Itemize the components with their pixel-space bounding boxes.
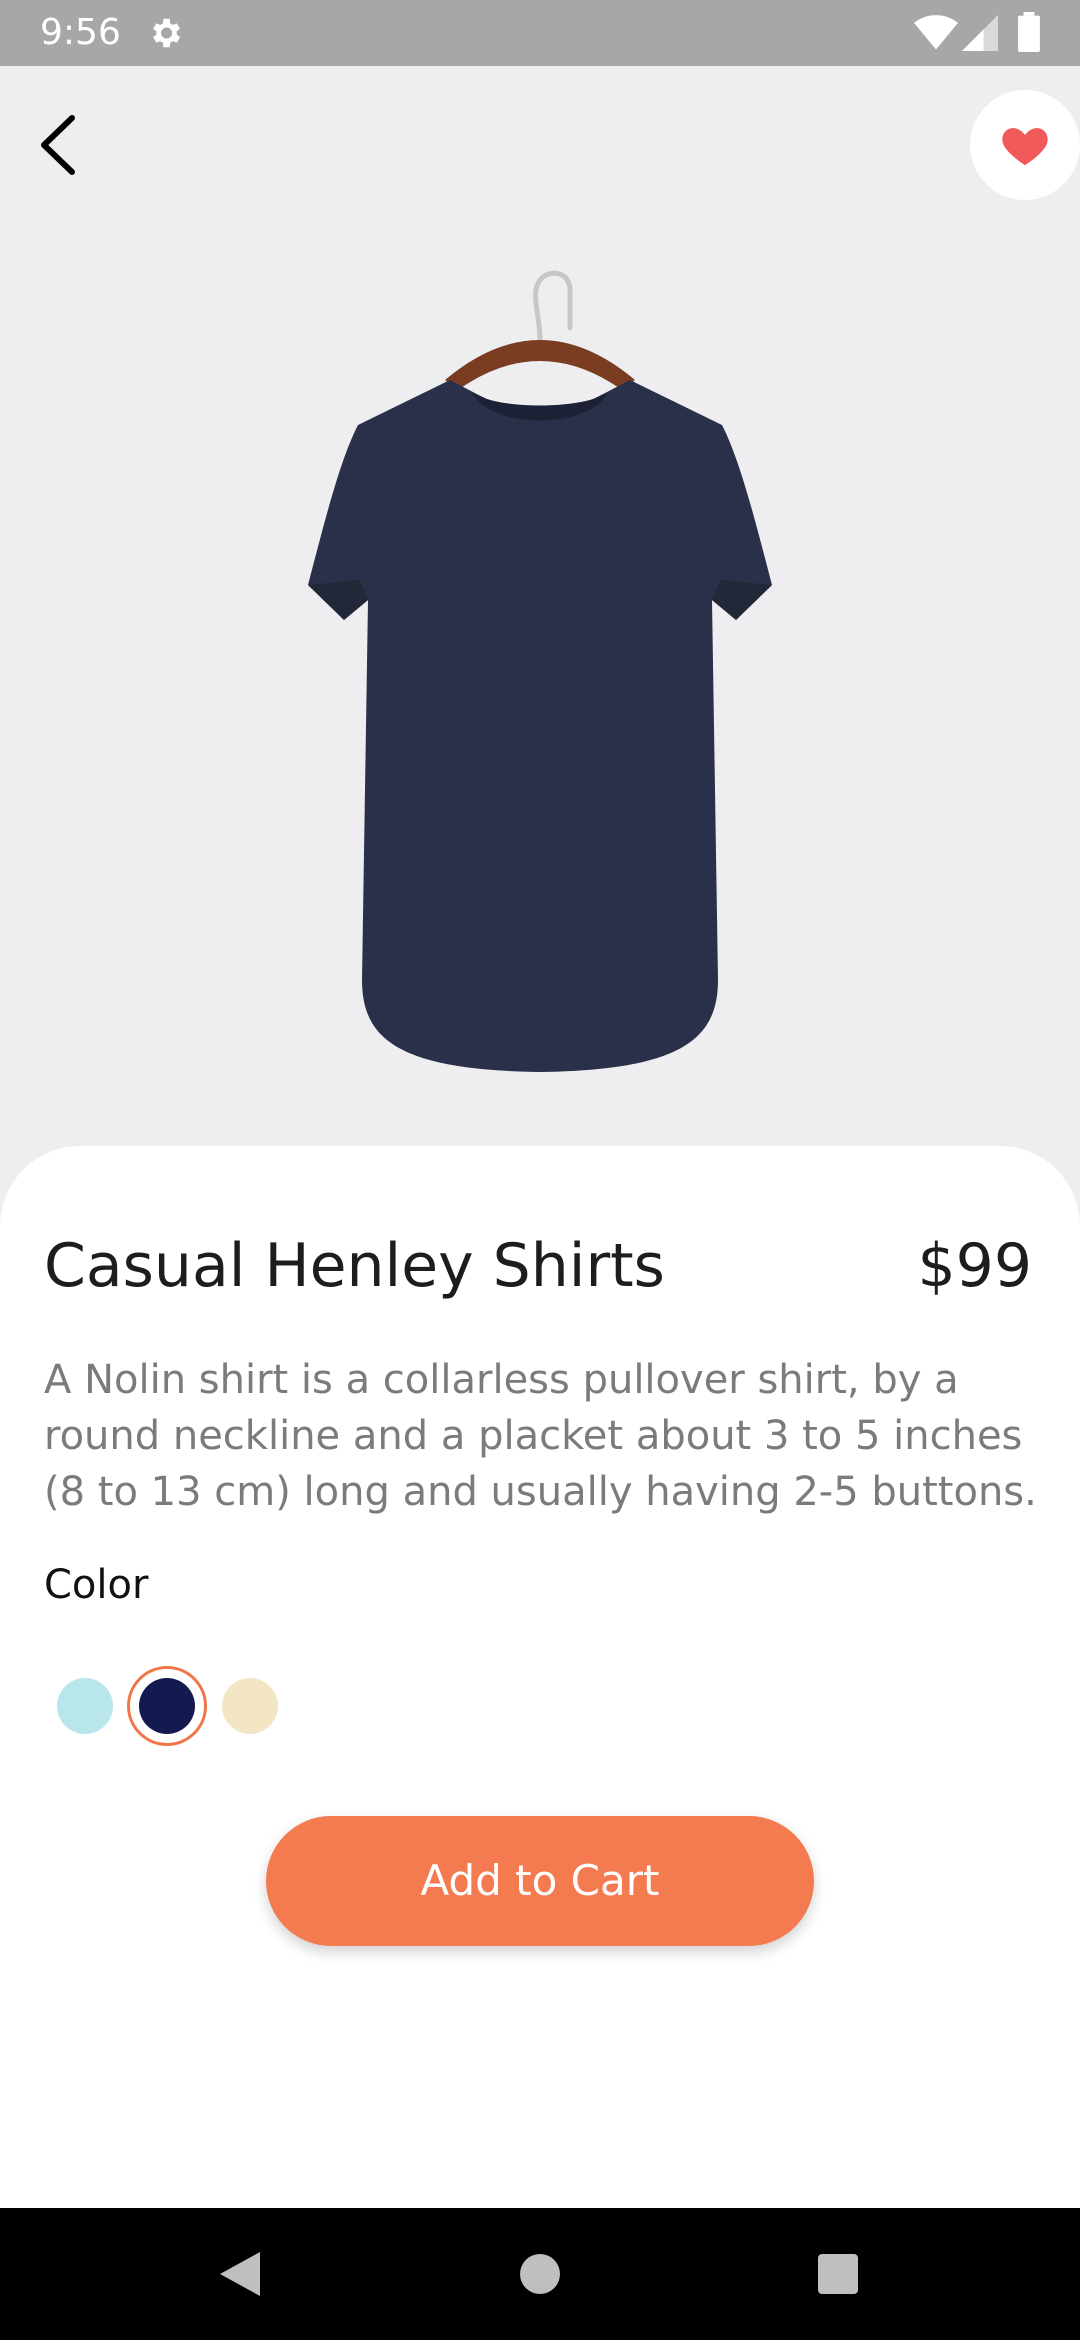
product-image — [308, 270, 772, 1072]
favorite-button[interactable] — [970, 90, 1080, 200]
color-label: Color — [44, 1562, 149, 1608]
add-to-cart-button[interactable]: Add to Cart — [266, 1816, 814, 1946]
nav-back-icon[interactable] — [180, 2208, 300, 2340]
product-title: Casual Henley Shirts — [44, 1231, 665, 1301]
status-bar: 9:56 — [0, 0, 1080, 66]
signal-icon — [962, 15, 998, 51]
back-arrow-icon[interactable] — [30, 100, 90, 190]
color-swatch-cream[interactable] — [222, 1678, 278, 1734]
product-description: A Nolin shirt is a collarless pullover s… — [44, 1357, 1037, 1515]
gear-icon — [153, 18, 181, 48]
battery-icon — [1018, 12, 1040, 52]
status-time: 9:56 — [40, 12, 121, 53]
product-price: $99 — [917, 1231, 1032, 1301]
color-swatch-navy-fill — [139, 1678, 195, 1734]
system-navigation-bar — [0, 2208, 1080, 2340]
color-swatch-navy-selected[interactable] — [127, 1666, 207, 1746]
color-swatch-light-cyan[interactable] — [57, 1678, 113, 1734]
wifi-icon — [914, 15, 958, 50]
nav-recents-icon[interactable] — [778, 2208, 898, 2340]
nav-home-icon[interactable] — [480, 2208, 600, 2340]
heart-icon — [1002, 128, 1048, 166]
